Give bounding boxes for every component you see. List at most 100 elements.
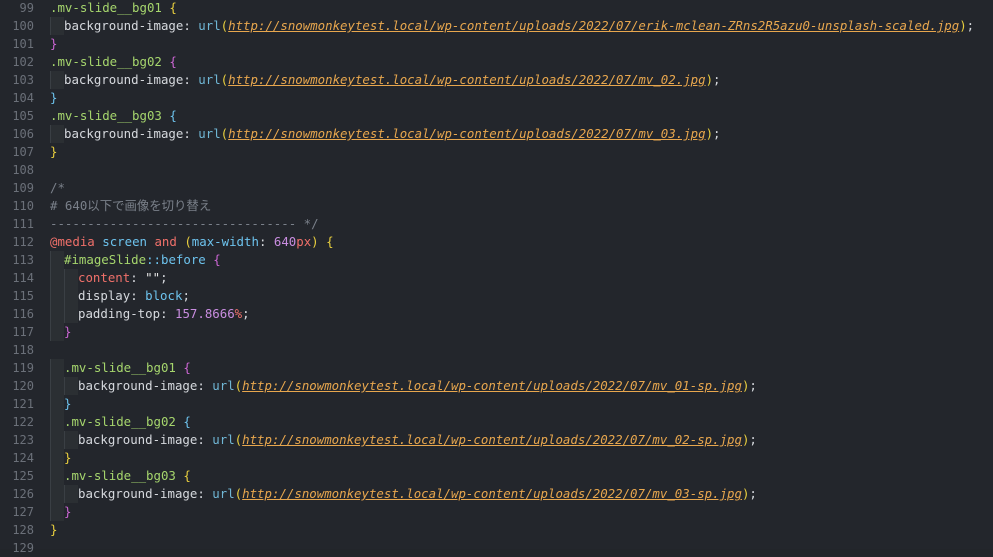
code-line[interactable]: --------------------------------- */ xyxy=(50,215,993,233)
css-property: display xyxy=(78,288,131,303)
css-selector: .mv-slide__bg02 xyxy=(50,54,162,69)
css-function: url xyxy=(212,432,235,447)
code-line[interactable]: padding-top: 157.8666%; xyxy=(50,305,993,323)
line-number: 121 xyxy=(12,397,34,411)
close-paren: ) xyxy=(311,234,319,249)
code-area[interactable]: .mv-slide__bg01 { background-image: url(… xyxy=(50,0,993,548)
code-line[interactable]: .mv-slide__bg01 { xyxy=(50,359,993,377)
at-rule: @media xyxy=(50,234,95,249)
code-line[interactable]: } xyxy=(50,395,993,413)
code-line[interactable]: background-image: url(http://snowmonkeyt… xyxy=(50,17,993,35)
indent-guide xyxy=(50,377,64,395)
code-line[interactable]: } xyxy=(50,89,993,107)
code-line[interactable]: .mv-slide__bg01 { xyxy=(50,0,993,17)
line-number: 105 xyxy=(12,109,34,123)
indent-guide xyxy=(64,377,78,395)
code-line[interactable]: display: block; xyxy=(50,287,993,305)
css-property: content xyxy=(78,270,131,285)
semicolon: ; xyxy=(160,270,168,285)
code-line[interactable]: background-image: url(http://snowmonkeyt… xyxy=(50,431,993,449)
code-line[interactable]: .mv-slide__bg03 { xyxy=(50,467,993,485)
semicolon: ; xyxy=(749,432,757,447)
close-brace: } xyxy=(64,396,72,411)
css-property: padding-top xyxy=(78,306,161,321)
css-selector: .mv-slide__bg02 xyxy=(64,414,176,429)
open-brace: { xyxy=(169,54,177,69)
line-number: 100 xyxy=(12,19,34,33)
code-line[interactable]: background-image: url(http://snowmonkeyt… xyxy=(50,71,993,89)
close-brace: } xyxy=(50,90,58,105)
code-line[interactable]: } xyxy=(50,449,993,467)
semicolon: ; xyxy=(713,72,721,87)
code-line[interactable]: #imageSlide::before { xyxy=(50,251,993,269)
close-brace: } xyxy=(64,504,72,519)
code-line[interactable]: .mv-slide__bg02 { xyxy=(50,53,993,71)
indent-guide xyxy=(50,305,64,323)
semicolon: ; xyxy=(713,126,721,141)
code-line[interactable] xyxy=(50,161,993,179)
line-number: 101 xyxy=(12,37,34,51)
open-brace: { xyxy=(326,234,334,249)
code-line[interactable] xyxy=(50,341,993,359)
indent-guide xyxy=(50,485,64,503)
close-brace: } xyxy=(64,450,72,465)
line-number: 122 xyxy=(12,415,34,429)
code-line[interactable]: background-image: url(http://snowmonkeyt… xyxy=(50,377,993,395)
css-function: url xyxy=(212,486,235,501)
indent-guide xyxy=(50,125,64,143)
indent-guide xyxy=(50,449,64,467)
code-line[interactable]: } xyxy=(50,521,993,539)
media-type: screen xyxy=(102,234,147,249)
semicolon: ; xyxy=(966,18,975,33)
code-line[interactable]: background-image: url(http://snowmonkeyt… xyxy=(50,125,993,143)
code-line[interactable]: background-image: url(http://snowmonkeyt… xyxy=(50,485,993,503)
colon: : xyxy=(183,18,199,33)
code-editor[interactable]: 99 100 101 102 103 104 105 106 107 108 1… xyxy=(0,0,993,555)
close-paren: ) xyxy=(705,72,714,87)
code-line[interactable]: content: ""; xyxy=(50,269,993,287)
number: 157.8666 xyxy=(174,306,235,321)
semicolon: ; xyxy=(749,378,757,393)
css-property: background-image xyxy=(64,126,184,141)
code-line[interactable]: # 640以下で画像を切り替え xyxy=(50,197,993,215)
code-line[interactable]: .mv-slide__bg02 { xyxy=(50,413,993,431)
string: "" xyxy=(145,270,161,285)
css-function: url xyxy=(198,126,221,141)
url-link[interactable]: http://snowmonkeytest.local/wp-content/u… xyxy=(228,72,705,87)
line-number: 126 xyxy=(12,487,34,501)
keyword-and: and xyxy=(154,234,177,249)
code-line[interactable]: } xyxy=(50,143,993,161)
pseudo-element: ::before xyxy=(146,252,206,267)
colon: : xyxy=(130,288,146,303)
line-number: 108 xyxy=(12,163,34,177)
code-line[interactable]: } xyxy=(50,323,993,341)
semicolon: ; xyxy=(242,306,250,321)
url-link[interactable]: http://snowmonkeytest.local/wp-content/u… xyxy=(228,18,959,33)
open-brace: { xyxy=(169,108,177,123)
url-link[interactable]: http://snowmonkeytest.local/wp-content/u… xyxy=(242,378,742,393)
code-line[interactable]: /* xyxy=(50,179,993,197)
code-line[interactable]: .mv-slide__bg03 { xyxy=(50,107,993,125)
css-function: url xyxy=(212,378,235,393)
url-link[interactable]: http://snowmonkeytest.local/wp-content/u… xyxy=(242,432,742,447)
css-property: background-image xyxy=(78,486,198,501)
url-link[interactable]: http://snowmonkeytest.local/wp-content/u… xyxy=(228,126,705,141)
code-line[interactable]: @media screen and (max-width: 640px) { xyxy=(50,233,993,251)
line-number: 106 xyxy=(12,127,34,141)
line-number: 129 xyxy=(12,541,34,555)
line-number: 125 xyxy=(12,469,34,483)
line-number: 123 xyxy=(12,433,34,447)
colon: : xyxy=(258,234,274,249)
code-line[interactable]: } xyxy=(50,503,993,521)
url-link[interactable]: http://snowmonkeytest.local/wp-content/u… xyxy=(242,486,742,501)
unit: px xyxy=(296,234,312,249)
colon: : xyxy=(197,432,213,447)
line-number: 113 xyxy=(12,253,34,267)
indent-guide xyxy=(50,17,64,35)
line-number: 110 xyxy=(12,199,34,213)
code-line[interactable]: } xyxy=(50,35,993,53)
css-property: background-image xyxy=(64,18,184,33)
code-line[interactable] xyxy=(50,539,993,557)
css-function: url xyxy=(198,18,221,33)
indent-guide xyxy=(50,395,64,413)
